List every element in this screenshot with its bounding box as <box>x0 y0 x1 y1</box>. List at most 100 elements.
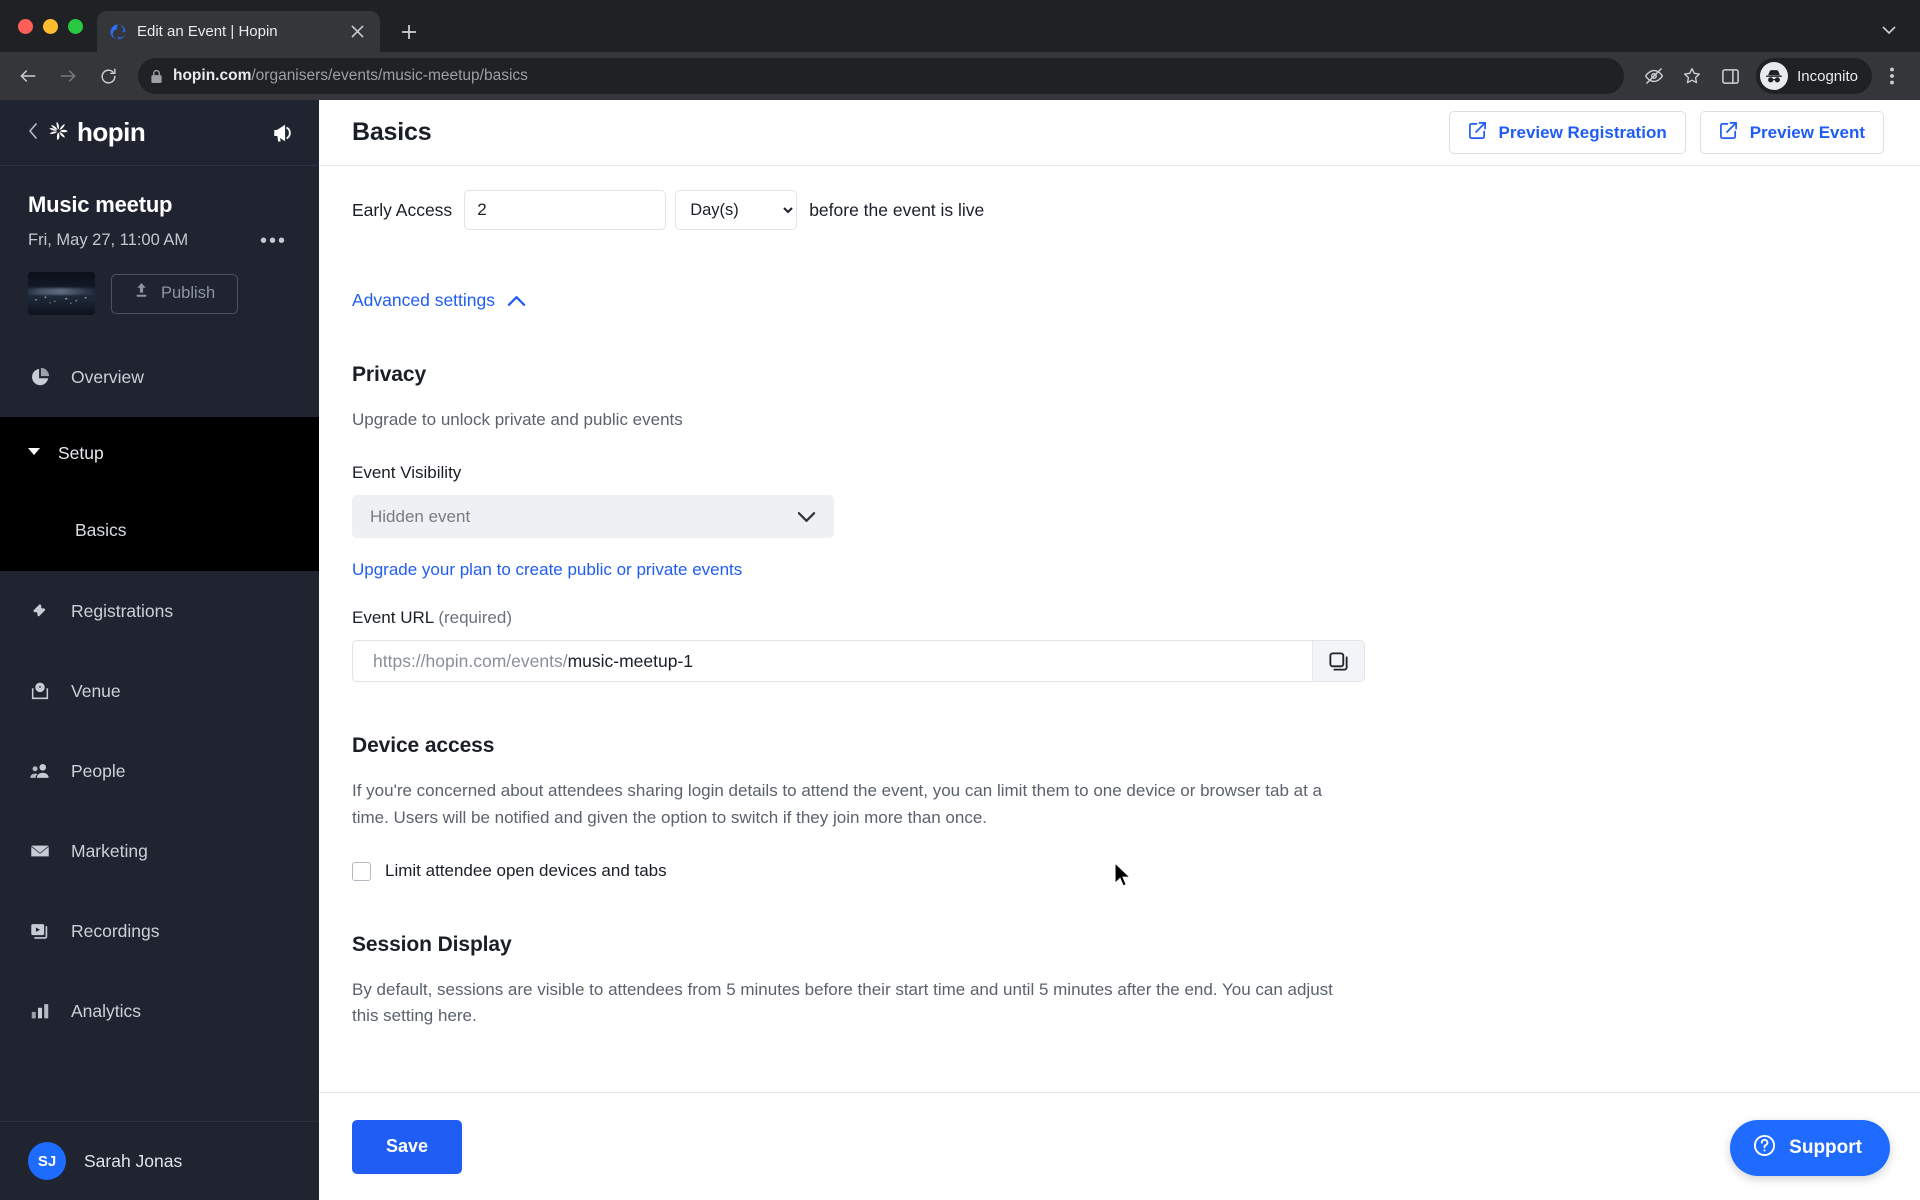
preview-registration-button[interactable]: Preview Registration <box>1448 111 1686 154</box>
incognito-avatar-icon <box>1760 62 1789 90</box>
external-link-icon <box>1468 121 1487 145</box>
pie-chart-icon <box>28 365 52 389</box>
privacy-section: Privacy Upgrade to unlock private and pu… <box>352 363 1887 580</box>
address-bar-url: hopin.com/organisers/events/music-meetup… <box>173 67 528 85</box>
sidebar-item-people[interactable]: People <box>0 731 319 811</box>
avatar: SJ <box>28 1142 66 1180</box>
main-header: Basics Preview Registration Preview Even… <box>319 100 1920 166</box>
browser-tab[interactable]: Edit an Event | Hopin <box>97 11 380 52</box>
page-content: hopin Music meetup Fri, May 27, 11:00 AM… <box>0 100 1920 1200</box>
preview-registration-label: Preview Registration <box>1498 122 1667 142</box>
early-access-unit-select[interactable]: Day(s) <box>675 190 798 230</box>
preview-event-button[interactable]: Preview Event <box>1699 111 1884 154</box>
minimize-window-button[interactable] <box>43 18 58 34</box>
chevron-down-icon[interactable] <box>1876 17 1902 43</box>
chevron-left-icon[interactable] <box>28 122 38 143</box>
privacy-title: Privacy <box>352 363 427 386</box>
main-area: Basics Preview Registration Preview Even… <box>319 100 1920 1200</box>
sidebar-item-analytics[interactable]: Analytics <box>0 971 319 1051</box>
sidebar-setup-label: Setup <box>58 442 104 463</box>
sidebar-subitem-label: Basics <box>75 519 127 540</box>
question-circle-icon <box>1752 1133 1777 1164</box>
event-thumbnail <box>28 272 95 315</box>
sidebar-item-registrations[interactable]: Registrations <box>0 571 319 651</box>
envelope-icon <box>28 839 52 863</box>
event-date: Fri, May 27, 11:00 AM <box>28 231 189 249</box>
support-button[interactable]: Support <box>1730 1120 1890 1176</box>
forward-arrow-icon[interactable] <box>50 58 86 94</box>
address-bar[interactable]: hopin.com/organisers/events/music-meetup… <box>138 58 1625 94</box>
external-link-icon <box>1719 121 1738 145</box>
sidebar-group-setup: Setup Basics <box>0 417 319 571</box>
publish-row: Publish <box>28 272 291 315</box>
sidebar-logo-text: hopin <box>77 117 146 147</box>
ticket-icon <box>28 599 52 623</box>
kebab-menu-icon[interactable] <box>1874 58 1910 94</box>
event-url-label: Event URL (required) <box>352 608 1887 628</box>
support-label: Support <box>1789 1137 1862 1158</box>
session-display-title: Session Display <box>352 933 512 957</box>
advanced-settings-toggle[interactable]: Advanced settings <box>352 290 526 311</box>
maximize-window-button[interactable] <box>68 18 83 34</box>
sidebar-item-recordings[interactable]: Recordings <box>0 891 319 971</box>
sidebar-item-marketing[interactable]: Marketing <box>0 811 319 891</box>
event-visibility-value: Hidden event <box>370 506 471 526</box>
hopin-favicon-icon <box>109 23 127 41</box>
tab-strip: Edit an Event | Hopin <box>0 0 1920 52</box>
profile-label: Incognito <box>1797 67 1858 85</box>
close-icon[interactable] <box>346 21 368 43</box>
event-url-field[interactable]: https://hopin.com/events/music-meetup-1 <box>352 640 1365 683</box>
limit-devices-checkbox[interactable] <box>352 861 371 881</box>
eye-slash-icon[interactable] <box>1636 58 1672 94</box>
event-url-section: Event URL (required) https://hopin.com/e… <box>352 608 1887 683</box>
event-url-prefix: https://hopin.com/events/ <box>373 650 568 671</box>
header-actions: Preview Registration Preview Event <box>1448 111 1884 154</box>
early-access-input[interactable] <box>464 190 667 230</box>
publish-label: Publish <box>161 284 216 302</box>
toolbar-right-actions: Incognito <box>1636 58 1910 94</box>
event-url-value: https://hopin.com/events/music-meetup-1 <box>353 651 1312 672</box>
incognito-profile-button[interactable]: Incognito <box>1756 58 1872 94</box>
sidebar-item-label: People <box>71 760 126 781</box>
limit-devices-row[interactable]: Limit attendee open devices and tabs <box>352 861 1887 881</box>
footer-bar: Save <box>319 1092 1920 1200</box>
url-path: /organisers/events/music-meetup/basics <box>251 67 528 84</box>
save-button[interactable]: Save <box>352 1119 462 1174</box>
upgrade-plan-link[interactable]: Upgrade your plan to create public or pr… <box>352 560 742 580</box>
hopin-logo[interactable]: hopin <box>46 117 146 148</box>
sidebar-item-setup[interactable]: Setup <box>0 417 319 489</box>
advanced-settings-label: Advanced settings <box>352 290 496 310</box>
event-visibility-select[interactable]: Hidden event <box>352 495 834 539</box>
sidebar-item-label: Venue <box>71 680 121 701</box>
back-arrow-icon[interactable] <box>10 58 46 94</box>
event-url-slug: music-meetup-1 <box>567 650 694 671</box>
sidebar-item-overview[interactable]: Overview <box>0 337 319 417</box>
upload-icon <box>134 283 149 304</box>
side-panel-icon[interactable] <box>1712 58 1748 94</box>
user-name: Sarah Jonas <box>84 1150 183 1171</box>
megaphone-icon[interactable] <box>271 120 297 146</box>
sidebar-item-label: Overview <box>71 366 144 387</box>
star-icon[interactable] <box>1674 58 1710 94</box>
sidebar-item-basics[interactable]: Basics <box>0 489 319 571</box>
privacy-description: Upgrade to unlock private and public eve… <box>352 410 683 429</box>
early-access-label: Early Access <box>352 199 453 220</box>
close-window-button[interactable] <box>18 18 33 34</box>
event-url-required-note: (required) <box>438 608 513 628</box>
ellipsis-icon[interactable]: ••• <box>256 231 291 251</box>
sidebar-header: hopin <box>0 100 319 166</box>
session-display-description: By default, sessions are visible to atte… <box>352 980 1333 1026</box>
new-tab-button[interactable] <box>392 15 426 49</box>
sidebar-user[interactable]: SJ Sarah Jonas <box>0 1121 319 1200</box>
sidebar-item-venue[interactable]: Venue <box>0 651 319 731</box>
device-access-description: If you're concerned about attendees shar… <box>352 781 1323 827</box>
reload-icon[interactable] <box>90 58 126 94</box>
sidebar-event-card: Music meetup Fri, May 27, 11:00 AM ••• P… <box>0 166 319 337</box>
limit-devices-label: Limit attendee open devices and tabs <box>385 861 667 881</box>
tab-title: Edit an Event | Hopin <box>137 23 278 40</box>
copy-icon[interactable] <box>1312 641 1364 682</box>
event-visibility-label: Event Visibility <box>352 463 462 483</box>
app-sidebar: hopin Music meetup Fri, May 27, 11:00 AM… <box>0 100 319 1200</box>
publish-button[interactable]: Publish <box>111 273 239 314</box>
hopin-logo-icon <box>46 118 71 148</box>
